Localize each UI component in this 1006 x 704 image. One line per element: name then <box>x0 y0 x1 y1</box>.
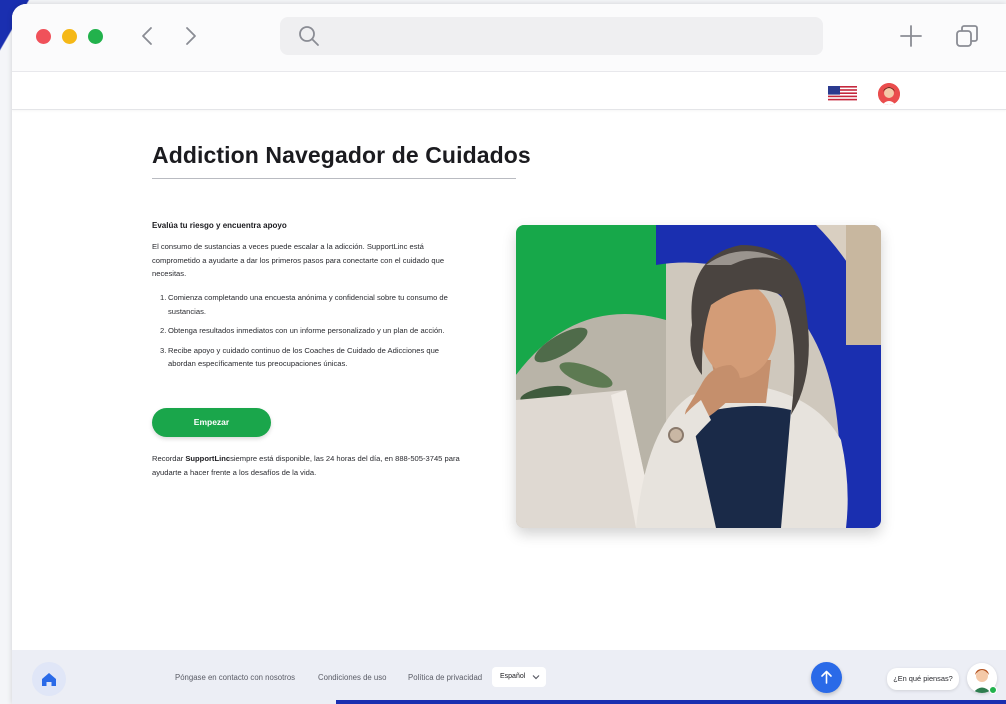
language-select[interactable]: Español <box>492 667 546 687</box>
list-item: 3. Recibe apoyo y cuidado continuo de los… <box>160 345 440 369</box>
tabs-icon[interactable] <box>954 23 980 49</box>
site-header <box>12 72 1006 110</box>
list-item: 1. Comienza completando una encuesta anón… <box>160 293 448 316</box>
scroll-to-top-button[interactable] <box>811 662 842 693</box>
site-footer: Póngase en contacto con nosotros Condici… <box>12 650 1006 704</box>
user-avatar-icon[interactable] <box>878 83 900 105</box>
privacy-link[interactable]: Política de privacidad <box>408 673 482 682</box>
brand-name: SupportLinc <box>185 454 231 463</box>
home-icon <box>42 673 56 686</box>
terms-link[interactable]: Condiciones de uso <box>318 673 387 682</box>
browser-toolbar <box>12 4 1006 72</box>
section-subheading: Evalúa tu riesgo y encuentra apoyo <box>152 221 287 230</box>
steps-list: 1. Comienza completando una encuesta anón… <box>160 291 468 377</box>
availability-reminder: Recordar SupportLincsiempre está disponi… <box>152 454 460 477</box>
us-flag-icon[interactable] <box>828 86 857 102</box>
forward-arrow-icon[interactable] <box>178 24 202 48</box>
intro-paragraph: El consumo de sustancias a veces puede e… <box>152 242 445 278</box>
close-window-button[interactable] <box>36 29 51 44</box>
hero-image <box>516 225 881 528</box>
chevron-down-icon <box>532 675 540 680</box>
new-tab-plus-icon[interactable] <box>898 23 924 49</box>
arrow-up-icon <box>821 670 832 684</box>
back-arrow-icon[interactable] <box>136 24 160 48</box>
page-title: Addiction Navegador de Cuidados <box>152 142 531 168</box>
list-item: 2. Obtenga resultados inmediatos con un i… <box>160 326 445 335</box>
contact-link[interactable]: Póngase en contacto con nosotros <box>175 673 295 682</box>
search-icon <box>299 26 319 46</box>
start-button[interactable]: Empezar <box>152 408 271 437</box>
chat-prompt-bubble[interactable]: ¿En qué piensas? <box>887 668 959 690</box>
online-status-dot <box>989 686 997 694</box>
title-divider <box>152 178 516 179</box>
browser-window: Addiction Navegador de Cuidados Evalúa t… <box>12 4 1006 704</box>
home-button[interactable] <box>32 662 66 696</box>
maximize-window-button[interactable] <box>88 29 103 44</box>
address-bar[interactable] <box>280 17 823 55</box>
minimize-window-button[interactable] <box>62 29 77 44</box>
accent-line <box>336 700 1006 704</box>
language-value: Español <box>500 673 526 680</box>
